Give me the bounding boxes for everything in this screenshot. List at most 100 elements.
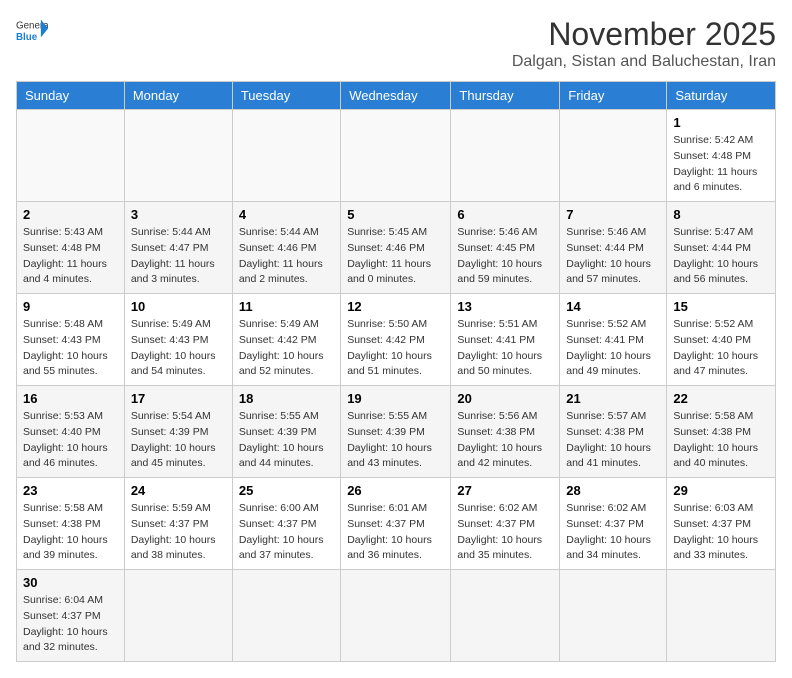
calendar-cell: 25Sunrise: 6:00 AM Sunset: 4:37 PM Dayli… bbox=[232, 478, 340, 570]
weekday-header-sunday: Sunday bbox=[17, 82, 125, 110]
calendar-cell: 16Sunrise: 5:53 AM Sunset: 4:40 PM Dayli… bbox=[17, 386, 125, 478]
calendar-cell: 15 Sunrise: 5:52 AM Sunset: 4:40 PM Dayli… bbox=[667, 294, 776, 386]
calendar-cell: 5 Sunrise: 5:45 AM Sunset: 4:46 PM Daylig… bbox=[341, 202, 451, 294]
day-info: Sunrise: 5:54 AM Sunset: 4:39 PM Dayligh… bbox=[131, 409, 226, 472]
calendar-cell: 27Sunrise: 6:02 AM Sunset: 4:37 PM Dayli… bbox=[451, 478, 560, 570]
calendar-cell: 28 Sunrise: 6:02 AM Sunset: 4:37 PM Dayli… bbox=[560, 478, 667, 570]
calendar-cell bbox=[124, 110, 232, 202]
day-number: 27 bbox=[457, 483, 553, 498]
day-info: Sunrise: 5:46 AM Sunset: 4:45 PM Dayligh… bbox=[457, 225, 553, 288]
day-number: 24 bbox=[131, 483, 226, 498]
calendar-cell: 19 Sunrise: 5:55 AM Sunset: 4:39 PM Dayli… bbox=[341, 386, 451, 478]
calendar-cell bbox=[451, 570, 560, 662]
day-number: 14 bbox=[566, 299, 660, 314]
calendar-cell: 6 Sunrise: 5:46 AM Sunset: 4:45 PM Daylig… bbox=[451, 202, 560, 294]
day-info: Sunrise: 5:48 AM Sunset: 4:43 PM Dayligh… bbox=[23, 317, 118, 380]
calendar-cell: 30 Sunrise: 6:04 AM Sunset: 4:37 PM Dayli… bbox=[17, 570, 125, 662]
day-info: Sunrise: 5:44 AM Sunset: 4:46 PM Dayligh… bbox=[239, 225, 334, 288]
day-info: Sunrise: 6:02 AM Sunset: 4:37 PM Dayligh… bbox=[566, 501, 660, 564]
day-info: Sunrise: 5:50 AM Sunset: 4:42 PM Dayligh… bbox=[347, 317, 444, 380]
day-info: Sunrise: 6:03 AM Sunset: 4:37 PM Dayligh… bbox=[673, 501, 769, 564]
svg-text:Blue: Blue bbox=[16, 32, 38, 43]
calendar-cell: 7 Sunrise: 5:46 AM Sunset: 4:44 PM Daylig… bbox=[560, 202, 667, 294]
calendar-table: SundayMondayTuesdayWednesdayThursdayFrid… bbox=[16, 81, 776, 662]
week-row-2: 9 Sunrise: 5:48 AM Sunset: 4:43 PM Daylig… bbox=[17, 294, 776, 386]
day-info: Sunrise: 6:01 AM Sunset: 4:37 PM Dayligh… bbox=[347, 501, 444, 564]
day-number: 20 bbox=[457, 391, 553, 406]
day-number: 1 bbox=[673, 115, 769, 130]
calendar-cell bbox=[451, 110, 560, 202]
day-info: Sunrise: 5:58 AM Sunset: 4:38 PM Dayligh… bbox=[23, 501, 118, 564]
day-number: 5 bbox=[347, 207, 444, 222]
day-info: Sunrise: 5:55 AM Sunset: 4:39 PM Dayligh… bbox=[347, 409, 444, 472]
day-info: Sunrise: 5:51 AM Sunset: 4:41 PM Dayligh… bbox=[457, 317, 553, 380]
calendar-cell: 20 Sunrise: 5:56 AM Sunset: 4:38 PM Dayli… bbox=[451, 386, 560, 478]
month-title: November 2025 bbox=[512, 16, 776, 53]
calendar-cell: 17Sunrise: 5:54 AM Sunset: 4:39 PM Dayli… bbox=[124, 386, 232, 478]
day-number: 28 bbox=[566, 483, 660, 498]
calendar-cell: 22Sunrise: 5:58 AM Sunset: 4:38 PM Dayli… bbox=[667, 386, 776, 478]
calendar-cell: 14 Sunrise: 5:52 AM Sunset: 4:41 PM Dayli… bbox=[560, 294, 667, 386]
week-row-4: 23 Sunrise: 5:58 AM Sunset: 4:38 PM Dayli… bbox=[17, 478, 776, 570]
day-number: 9 bbox=[23, 299, 118, 314]
day-info: Sunrise: 5:47 AM Sunset: 4:44 PM Dayligh… bbox=[673, 225, 769, 288]
day-number: 13 bbox=[457, 299, 553, 314]
day-number: 26 bbox=[347, 483, 444, 498]
day-info: Sunrise: 5:55 AM Sunset: 4:39 PM Dayligh… bbox=[239, 409, 334, 472]
day-number: 21 bbox=[566, 391, 660, 406]
calendar-cell bbox=[667, 570, 776, 662]
week-row-3: 16Sunrise: 5:53 AM Sunset: 4:40 PM Dayli… bbox=[17, 386, 776, 478]
day-number: 11 bbox=[239, 299, 334, 314]
day-info: Sunrise: 5:44 AM Sunset: 4:47 PM Dayligh… bbox=[131, 225, 226, 288]
calendar-cell bbox=[124, 570, 232, 662]
calendar-cell: 4 Sunrise: 5:44 AM Sunset: 4:46 PM Daylig… bbox=[232, 202, 340, 294]
day-number: 8 bbox=[673, 207, 769, 222]
day-number: 7 bbox=[566, 207, 660, 222]
calendar-cell: 8 Sunrise: 5:47 AM Sunset: 4:44 PM Daylig… bbox=[667, 202, 776, 294]
day-number: 6 bbox=[457, 207, 553, 222]
calendar-cell bbox=[232, 570, 340, 662]
calendar-cell: 26 Sunrise: 6:01 AM Sunset: 4:37 PM Dayli… bbox=[341, 478, 451, 570]
day-info: Sunrise: 5:52 AM Sunset: 4:41 PM Dayligh… bbox=[566, 317, 660, 380]
day-number: 19 bbox=[347, 391, 444, 406]
calendar-cell bbox=[560, 570, 667, 662]
day-number: 25 bbox=[239, 483, 334, 498]
page-header: General Blue November 2025 Dalgan, Sista… bbox=[16, 16, 776, 71]
calendar-cell: 3 Sunrise: 5:44 AM Sunset: 4:47 PM Daylig… bbox=[124, 202, 232, 294]
day-info: Sunrise: 5:52 AM Sunset: 4:40 PM Dayligh… bbox=[673, 317, 769, 380]
calendar-cell: 12Sunrise: 5:50 AM Sunset: 4:42 PM Dayli… bbox=[341, 294, 451, 386]
calendar-cell bbox=[341, 110, 451, 202]
day-number: 15 bbox=[673, 299, 769, 314]
day-number: 16 bbox=[23, 391, 118, 406]
day-info: Sunrise: 5:42 AM Sunset: 4:48 PM Dayligh… bbox=[673, 133, 769, 196]
day-number: 3 bbox=[131, 207, 226, 222]
day-number: 23 bbox=[23, 483, 118, 498]
day-number: 4 bbox=[239, 207, 334, 222]
day-info: Sunrise: 5:56 AM Sunset: 4:38 PM Dayligh… bbox=[457, 409, 553, 472]
day-number: 2 bbox=[23, 207, 118, 222]
week-row-5: 30 Sunrise: 6:04 AM Sunset: 4:37 PM Dayli… bbox=[17, 570, 776, 662]
day-info: Sunrise: 5:57 AM Sunset: 4:38 PM Dayligh… bbox=[566, 409, 660, 472]
calendar-cell: 1 Sunrise: 5:42 AM Sunset: 4:48 PM Daylig… bbox=[667, 110, 776, 202]
calendar-cell: 2Sunrise: 5:43 AM Sunset: 4:48 PM Daylig… bbox=[17, 202, 125, 294]
weekday-header-monday: Monday bbox=[124, 82, 232, 110]
calendar-cell bbox=[232, 110, 340, 202]
calendar-cell: 9 Sunrise: 5:48 AM Sunset: 4:43 PM Daylig… bbox=[17, 294, 125, 386]
week-row-0: 1 Sunrise: 5:42 AM Sunset: 4:48 PM Daylig… bbox=[17, 110, 776, 202]
location: Dalgan, Sistan and Baluchestan, Iran bbox=[512, 53, 776, 71]
title-block: November 2025 Dalgan, Sistan and Baluche… bbox=[512, 16, 776, 71]
day-info: Sunrise: 5:58 AM Sunset: 4:38 PM Dayligh… bbox=[673, 409, 769, 472]
day-info: Sunrise: 5:49 AM Sunset: 4:42 PM Dayligh… bbox=[239, 317, 334, 380]
day-info: Sunrise: 6:04 AM Sunset: 4:37 PM Dayligh… bbox=[23, 593, 118, 656]
calendar-cell: 24Sunrise: 5:59 AM Sunset: 4:37 PM Dayli… bbox=[124, 478, 232, 570]
weekday-header-wednesday: Wednesday bbox=[341, 82, 451, 110]
day-info: Sunrise: 5:45 AM Sunset: 4:46 PM Dayligh… bbox=[347, 225, 444, 288]
day-number: 30 bbox=[23, 575, 118, 590]
calendar-cell: 29Sunrise: 6:03 AM Sunset: 4:37 PM Dayli… bbox=[667, 478, 776, 570]
day-info: Sunrise: 5:46 AM Sunset: 4:44 PM Dayligh… bbox=[566, 225, 660, 288]
calendar-cell: 23 Sunrise: 5:58 AM Sunset: 4:38 PM Dayli… bbox=[17, 478, 125, 570]
day-info: Sunrise: 5:49 AM Sunset: 4:43 PM Dayligh… bbox=[131, 317, 226, 380]
calendar-cell bbox=[560, 110, 667, 202]
calendar-cell: 13 Sunrise: 5:51 AM Sunset: 4:41 PM Dayli… bbox=[451, 294, 560, 386]
calendar-cell: 10Sunrise: 5:49 AM Sunset: 4:43 PM Dayli… bbox=[124, 294, 232, 386]
